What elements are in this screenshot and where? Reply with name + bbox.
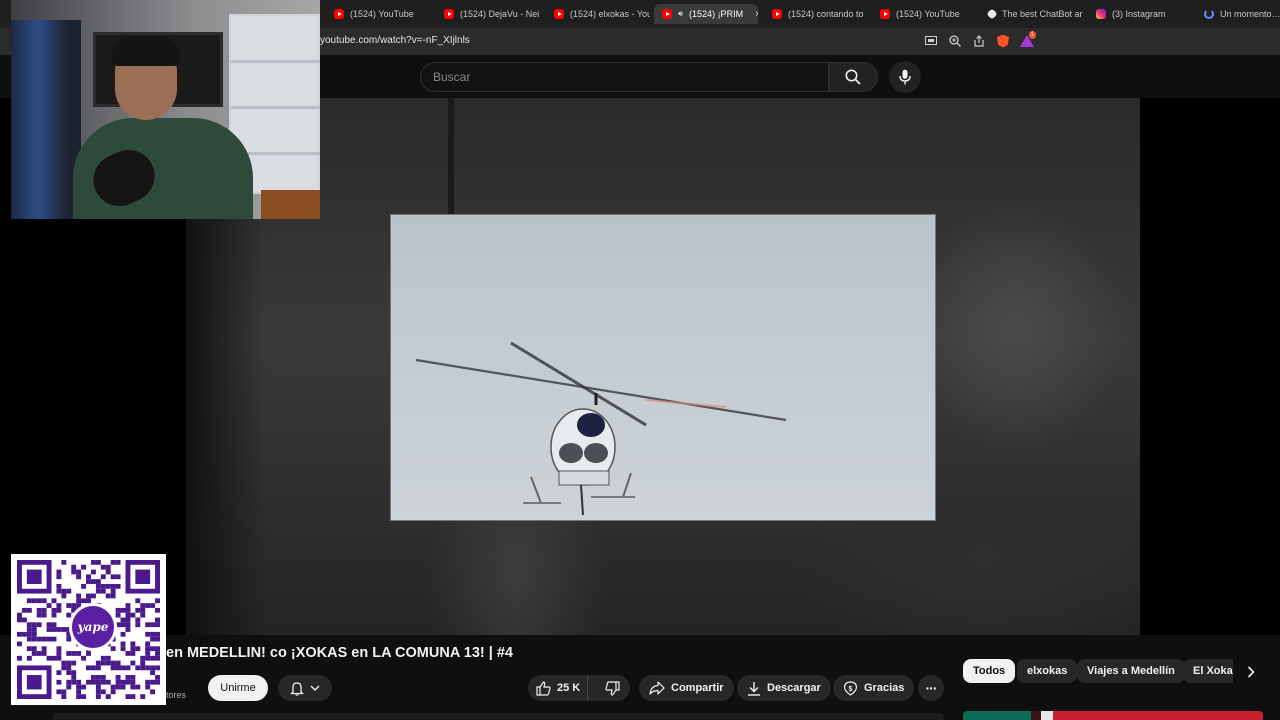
channel-subscribers: tores [166, 690, 187, 700]
tab-dejavu[interactable]: (1524) DejaVu - Nei [436, 4, 540, 24]
youtube-icon [444, 9, 454, 19]
thumbs-up-icon [536, 680, 551, 696]
microphone-icon [899, 69, 911, 85]
share-label: Compartir [671, 682, 724, 694]
chip-viajes-medellin[interactable]: Viajes a Medellín [1077, 659, 1185, 683]
tab-youtube-1[interactable]: (1524) YouTube [326, 4, 430, 24]
tab-label: The best ChatBot ar [1002, 9, 1083, 19]
tab-label: Un momento… [1220, 9, 1280, 19]
tab-label: (1524) ¡PRIM [689, 9, 744, 19]
tab-label: (1524) YouTube [896, 9, 960, 19]
helicopter-image [415, 341, 787, 516]
bell-icon [290, 681, 304, 696]
yape-logo: yape [69, 603, 117, 651]
thumbs-down-icon [605, 680, 620, 696]
chip-todos[interactable]: Todos [963, 659, 1016, 683]
share-icon [649, 681, 665, 695]
tab-elxokas[interactable]: (1524) elxokas - You [546, 4, 650, 24]
super-thanks-icon: $ [843, 680, 858, 696]
search-input[interactable] [433, 63, 813, 91]
instagram-icon [1096, 9, 1106, 19]
search-box [420, 62, 828, 92]
rewards-badge: 1 [1028, 31, 1036, 39]
chevron-right-icon [1247, 666, 1255, 678]
thanks-label: Gracias [864, 682, 905, 694]
tab-label: (1524) YouTube [350, 9, 414, 19]
helicopter-clip-overlay [390, 214, 936, 521]
zoom-icon[interactable] [948, 34, 962, 48]
recommended-video-thumbnail[interactable] [963, 711, 1263, 720]
address-bar-actions: 1 [924, 31, 1036, 48]
yape-qr-code: yape [11, 554, 166, 705]
like-button[interactable]: 25 K [528, 675, 589, 701]
join-button[interactable]: Unirme [208, 675, 268, 701]
youtube-icon [554, 9, 564, 19]
youtube-icon [772, 9, 782, 19]
tab-chatbot[interactable]: The best ChatBot ar [980, 4, 1084, 24]
tab-label: (1524) contando to [788, 9, 864, 19]
url-field[interactable]: youtube.com/watch?v=-nF_XIjlnls [320, 35, 470, 46]
chip-el-xokas[interactable]: El Xoka [1183, 659, 1233, 683]
youtube-icon [880, 9, 890, 19]
dislike-button[interactable] [594, 675, 630, 701]
search-button[interactable] [828, 62, 878, 92]
svg-text:$: $ [849, 686, 853, 693]
more-actions-button[interactable]: ··· [918, 675, 944, 701]
chevron-down-icon [310, 685, 320, 691]
chips-next-button[interactable] [1238, 659, 1264, 685]
share-button[interactable]: Compartir [639, 675, 734, 701]
tab-label: (1524) elxokas - You [570, 9, 650, 19]
youtube-icon [334, 9, 344, 19]
tab-contando[interactable]: (1524) contando to [764, 4, 868, 24]
description-panel-edge [52, 713, 944, 720]
brave-shields-icon[interactable] [996, 34, 1010, 48]
chatbot-icon [986, 8, 998, 20]
download-icon [748, 681, 760, 696]
tab-youtube-2[interactable]: (1524) YouTube [872, 4, 976, 24]
download-label: Descargar [767, 682, 821, 694]
like-count: 25 K [557, 682, 581, 694]
speaker-icon[interactable]: 🔊︎ [678, 9, 683, 19]
youtube-icon [662, 9, 672, 19]
loading-icon [1204, 9, 1214, 19]
like-dislike-group: 25 K [528, 675, 630, 701]
search-icon [845, 69, 861, 85]
cast-icon[interactable] [924, 34, 938, 48]
tab-loading[interactable]: Un momento… [1196, 4, 1280, 24]
brave-rewards-icon[interactable]: 1 [1020, 31, 1036, 48]
tab-label: (3) Instagram [1112, 9, 1166, 19]
share-page-icon[interactable] [972, 34, 986, 48]
video-title: en MEDELLIN! co ¡XOKAS en LA COMUNA 13! … [166, 645, 513, 661]
streamer-webcam [11, 0, 320, 219]
download-button[interactable]: Descargar [737, 675, 831, 701]
thanks-button[interactable]: $ Gracias [833, 675, 915, 701]
notifications-button[interactable] [278, 675, 332, 701]
tab-active-video[interactable]: 🔊︎ (1524) ¡PRIM × [654, 4, 758, 24]
voice-search-button[interactable] [889, 61, 921, 93]
yape-logo-text: yape [77, 620, 109, 634]
chip-elxokas[interactable]: elxokas [1017, 659, 1078, 683]
tab-label: (1524) DejaVu - Nei [460, 9, 540, 19]
tab-instagram[interactable]: (3) Instagram [1088, 4, 1192, 24]
related-chips: Todos elxokas Viajes a Medellín El Xoka [963, 659, 1233, 685]
close-icon[interactable]: × [755, 9, 758, 20]
